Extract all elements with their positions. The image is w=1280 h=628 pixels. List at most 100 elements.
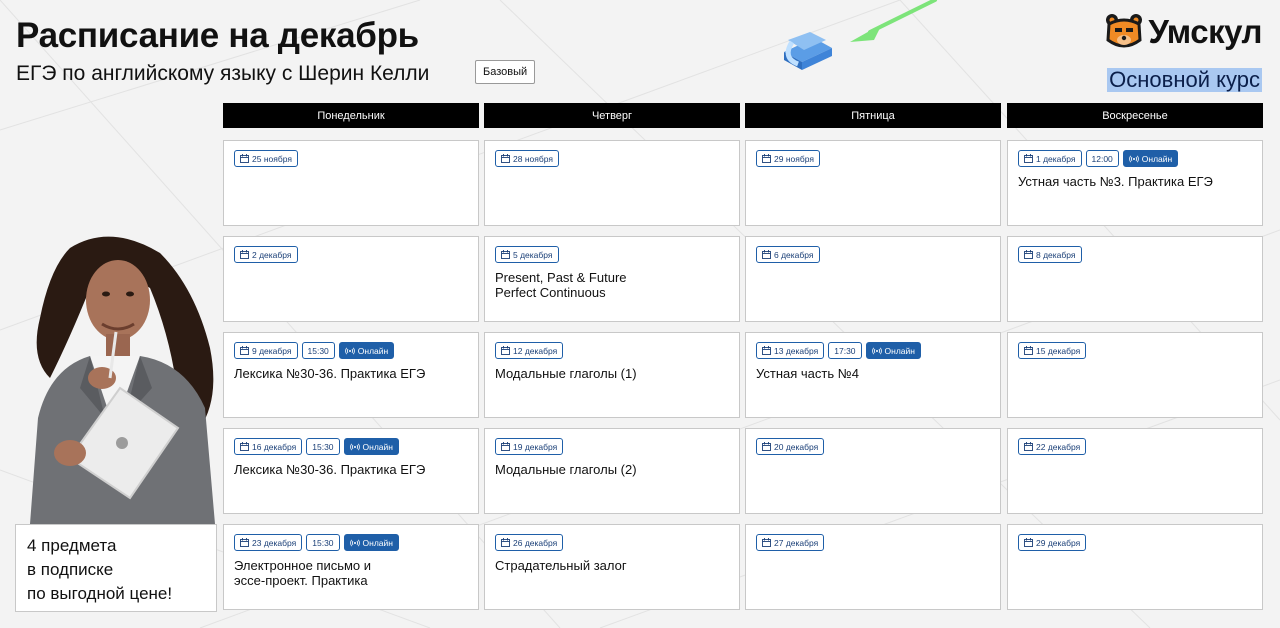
date-chip-label: 12 декабря [513, 345, 558, 356]
schedule-cell: 5 декабря Present, Past & Future Perfect … [484, 236, 740, 322]
date-chip-label: 13 декабря [774, 345, 819, 356]
calendar-icon [762, 538, 771, 547]
chip-row: 15 декабря [1018, 342, 1252, 359]
broadcast-icon [1128, 155, 1139, 162]
calendar-icon [762, 346, 771, 355]
date-chip-label: 20 декабря [774, 441, 819, 452]
date-chip: 13 декабря [756, 342, 825, 359]
decor-graphics [784, 0, 937, 70]
schedule-cell: 22 декабря [1007, 428, 1263, 514]
online-chip-label: Онлайн [1141, 153, 1173, 164]
day-header-friday: Пятница [745, 103, 1001, 128]
chip-row: 9 декабря 15:30 Онлайн [234, 342, 468, 359]
online-chip-label: Онлайн [357, 345, 389, 356]
level-tag: Базовый [475, 60, 536, 84]
chip-row: 5 декабря [495, 246, 729, 263]
calendar-icon [501, 442, 510, 451]
calendar-icon [501, 154, 510, 163]
day-header-monday: Понедельник [223, 103, 479, 128]
time-chip-label: 15:30 [312, 441, 334, 452]
chip-row: 8 декабря [1018, 246, 1252, 263]
schedule-cell: 1 декабря 12:00 Онлайн Устная часть №3. Пра… [1007, 140, 1263, 226]
date-chip: 6 декабря [756, 246, 820, 263]
date-chip: 1 декабря [1018, 150, 1082, 167]
page-title: Расписание на декабрь [16, 16, 419, 55]
date-chip: 25 ноября [234, 150, 298, 167]
schedule-cell: 29 декабря [1007, 524, 1263, 610]
date-chip-label: 26 декабря [513, 537, 558, 548]
schedule-cell: 20 декабря [745, 428, 1001, 514]
lesson-title: Страдательный залог [495, 558, 627, 573]
schedule-cell: 28 ноября [484, 140, 740, 226]
lesson-title: Устная часть №3. Практика ЕГЭ [1018, 174, 1213, 189]
teacher-photo [30, 236, 215, 524]
schedule-cell: 9 декабря 15:30 Онлайн Лексика №30-36. Прак… [223, 332, 479, 418]
chip-row: 25 ноября [234, 150, 468, 167]
chip-row: 20 декабря [756, 438, 990, 455]
calendar-icon [762, 154, 771, 163]
schedule-cell: 15 декабря [1007, 332, 1263, 418]
date-chip: 28 ноября [495, 150, 559, 167]
schedule-cell: 26 декабря Страдательный залог [484, 524, 740, 610]
calendar-icon [1024, 154, 1033, 163]
date-chip: 15 декабря [1018, 342, 1087, 359]
date-chip: 27 декабря [756, 534, 825, 551]
date-chip-label: 29 декабря [1036, 537, 1081, 548]
date-chip: 2 декабря [234, 246, 298, 263]
date-chip-label: 16 декабря [252, 441, 297, 452]
schedule-cell: 16 декабря 15:30 Онлайн Лексика №30-36. Пра… [223, 428, 479, 514]
schedule-cell: 12 декабря Модальные глаголы (1) [484, 332, 740, 418]
calendar-icon [1024, 250, 1033, 259]
online-chip: Онлайн [343, 534, 399, 551]
schedule-cell: 25 ноября [223, 140, 479, 226]
chip-row: 16 декабря 15:30 Онлайн [234, 438, 468, 455]
chip-row: 1 декабря 12:00 Онлайн [1018, 150, 1252, 167]
date-chip: 29 ноября [756, 150, 820, 167]
lesson-title: Модальные глаголы (2) [495, 462, 637, 477]
calendar-icon [240, 346, 249, 355]
date-chip-label: 6 декабря [774, 249, 814, 260]
schedule-cell: 6 декабря [745, 236, 1001, 322]
time-chip: 15:30 [301, 342, 335, 359]
schedule-cell: 27 декабря [745, 524, 1001, 610]
chip-row: 28 ноября [495, 150, 729, 167]
schedule-cell: 19 декабря Модальные глаголы (2) [484, 428, 740, 514]
chip-row: 2 декабря [234, 246, 468, 263]
lesson-title: Устная часть №4 [756, 366, 859, 381]
promo-line: по выгодной цене! [27, 584, 173, 603]
time-chip-label: 17:30 [834, 345, 856, 356]
chip-row: 27 декабря [756, 534, 990, 551]
lesson-title: Лексика №30-36. Практика ЕГЭ [234, 462, 426, 477]
date-chip-label: 15 декабря [1036, 345, 1081, 356]
time-chip: 12:00 [1085, 150, 1119, 167]
schedule-cell: 13 декабря 17:30 Онлайн Устная часть №4 [745, 332, 1001, 418]
calendar-icon [501, 346, 510, 355]
bear-logo [1106, 14, 1143, 48]
lesson-title: Present, Past & Future Perfect Continuou… [495, 270, 627, 300]
date-chip: 19 декабря [495, 438, 564, 455]
chip-row: 22 декабря [1018, 438, 1252, 455]
date-chip: 22 декабря [1018, 438, 1087, 455]
promo-box: 4 предмета в подписке по выгодной цене! [15, 524, 217, 612]
green-arrow-icon [850, 0, 937, 42]
broadcast-icon [349, 443, 360, 450]
lesson-title: Модальные глаголы (1) [495, 366, 637, 381]
date-chip-label: 2 декабря [252, 249, 292, 260]
date-chip: 8 декабря [1018, 246, 1082, 263]
calendar-icon [1024, 346, 1033, 355]
date-chip-label: 9 декабря [252, 345, 292, 356]
lesson-title: Электронное письмо и эссе-проект. Практи… [234, 558, 372, 588]
date-chip-label: 25 ноября [252, 153, 292, 164]
chip-row: 12 декабря [495, 342, 729, 359]
schedule-cell: 2 декабря [223, 236, 479, 322]
online-chip: Онлайн [338, 342, 395, 359]
day-header-thursday: Четверг [484, 103, 740, 128]
time-chip-label: 15:30 [312, 537, 334, 548]
calendar-icon [1024, 538, 1033, 547]
chip-row: 6 декабря [756, 246, 990, 263]
calendar-icon [1024, 442, 1033, 451]
broadcast-icon [871, 347, 882, 354]
chip-row: 26 декабря [495, 534, 729, 551]
time-chip-label: 12:00 [1091, 153, 1113, 164]
online-chip: Онлайн [865, 342, 921, 359]
